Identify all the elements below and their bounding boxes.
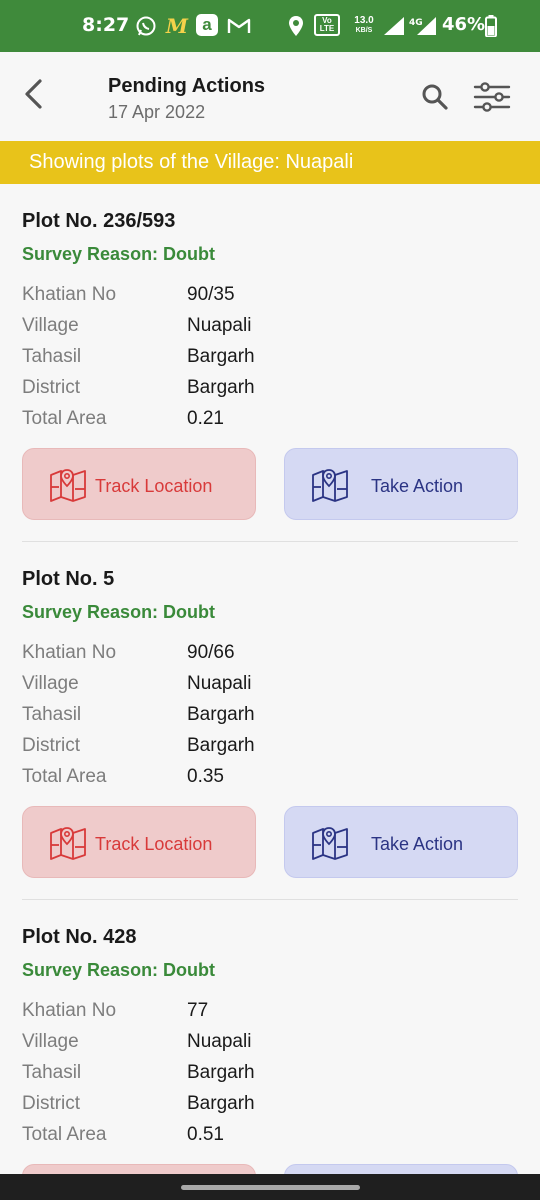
survey-reason: Survey Reason: Doubt [22, 602, 216, 622]
track-location-button[interactable]: Track Location [22, 1164, 256, 1174]
field-label: Tahasil [22, 1062, 82, 1083]
field-row: District Bargarh [22, 1093, 502, 1121]
svg-text:4G: 4G [409, 18, 423, 28]
app-m-icon: M [165, 14, 189, 38]
survey-reason: Survey Reason: Doubt [22, 960, 216, 980]
field-value: Bargarh [187, 704, 255, 725]
field-value: Bargarh [187, 1062, 255, 1083]
field-value: Bargarh [187, 1093, 255, 1114]
plot-card: Plot No. 5 Survey Reason: Doubt Khatian … [0, 542, 540, 900]
field-value: Nuapali [187, 1031, 252, 1052]
take-action-button[interactable]: Take Action [284, 806, 518, 878]
field-label: Khatian No [22, 284, 117, 305]
map-pin-icon [312, 827, 348, 860]
field-label: Khatian No [22, 1000, 117, 1021]
back-button[interactable] [18, 76, 48, 112]
field-label: Tahasil [22, 346, 82, 367]
field-label: Total Area [22, 408, 107, 429]
page-date: 17 Apr 2022 [108, 102, 206, 122]
field-label: Total Area [22, 1124, 107, 1145]
village-banner: Showing plots of the Village: Nuapali [0, 141, 540, 184]
search-button[interactable] [418, 80, 452, 114]
field-row: Khatian No 77 [22, 1000, 502, 1028]
track-location-label: Track Location [95, 476, 213, 496]
field-row: Total Area 0.21 [22, 408, 502, 436]
field-row: Tahasil Bargarh [22, 1062, 502, 1090]
take-action-button[interactable]: Take Action [284, 448, 518, 520]
field-row: Total Area 0.51 [22, 1124, 502, 1152]
field-row: Village Nuapali [22, 1031, 502, 1059]
field-value: Nuapali [187, 673, 252, 694]
field-label: District [22, 1093, 81, 1114]
field-value: Bargarh [187, 377, 255, 398]
take-action-button[interactable]: Take Action [284, 1164, 518, 1174]
field-label: Village [22, 315, 79, 336]
volte-bottom: LTE [319, 24, 335, 33]
field-row: Tahasil Bargarh [22, 346, 502, 374]
search-icon [422, 84, 448, 110]
field-value: 90/66 [187, 642, 235, 663]
home-gesture-handle[interactable] [181, 1185, 360, 1190]
take-action-label: Take Action [371, 476, 464, 496]
net-speed: 13.0 KB/S [350, 14, 378, 38]
signal-4g-icon: 4G [408, 14, 438, 38]
battery-icon [484, 14, 498, 38]
whatsapp-icon [134, 14, 158, 38]
status-time: 8:27 [82, 14, 130, 36]
field-row: Khatian No 90/35 [22, 284, 502, 312]
plot-title: Plot No. 236/593 [22, 210, 176, 232]
arrow-left-icon [25, 79, 42, 109]
survey-reason: Survey Reason: Doubt [22, 244, 216, 264]
field-row: District Bargarh [22, 377, 502, 405]
map-pin-icon [50, 469, 86, 502]
system-nav-bar [0, 1174, 540, 1200]
field-label: Khatian No [22, 642, 117, 663]
field-label: Total Area [22, 766, 107, 787]
signal-icon [382, 14, 406, 38]
plot-card: Plot No. 428 Survey Reason: Doubt Khatia… [0, 900, 540, 1174]
take-action-label: Take Action [371, 834, 464, 854]
gmail-icon [226, 14, 252, 38]
status-bar: 8:27 M a Vo LTE 13.0 KB/S 4G 46% [0, 0, 540, 52]
filter-sliders-icon [473, 82, 511, 112]
field-value: Nuapali [187, 315, 252, 336]
field-row: Village Nuapali [22, 315, 502, 343]
field-value: 0.51 [187, 1124, 224, 1145]
field-label: District [22, 377, 81, 398]
field-label: Tahasil [22, 704, 82, 725]
map-pin-icon [312, 469, 348, 502]
field-value: 0.21 [187, 408, 224, 429]
field-row: Total Area 0.35 [22, 766, 502, 794]
plot-card: Plot No. 236/593 Survey Reason: Doubt Kh… [0, 184, 540, 542]
page-title: Pending Actions [108, 75, 266, 97]
amazon-icon: a [196, 14, 218, 36]
map-pin-icon [50, 827, 86, 860]
plot-title: Plot No. 428 [22, 926, 137, 948]
track-location-label: Track Location [95, 834, 213, 854]
location-icon [286, 14, 306, 38]
field-label: Village [22, 673, 79, 694]
field-row: Khatian No 90/66 [22, 642, 502, 670]
plot-list: Plot No. 236/593 Survey Reason: Doubt Kh… [0, 184, 540, 1174]
field-value: 90/35 [187, 284, 235, 305]
field-row: Village Nuapali [22, 673, 502, 701]
battery-percent: 46% [442, 14, 486, 35]
net-speed-unit: KB/S [355, 27, 373, 34]
field-value: 77 [187, 1000, 209, 1021]
app-header: Pending Actions 17 Apr 2022 [0, 52, 540, 141]
field-value: Bargarh [187, 735, 255, 756]
filter-button[interactable] [472, 79, 512, 115]
field-row: Tahasil Bargarh [22, 704, 502, 732]
net-speed-value: 13.0 [354, 15, 374, 26]
track-location-button[interactable]: Track Location [22, 448, 256, 520]
track-location-button[interactable]: Track Location [22, 806, 256, 878]
field-label: Village [22, 1031, 79, 1052]
field-value: 0.35 [187, 766, 224, 787]
plot-title: Plot No. 5 [22, 568, 115, 590]
field-value: Bargarh [187, 346, 255, 367]
field-label: District [22, 735, 81, 756]
volte-icon: Vo LTE [314, 14, 340, 36]
field-row: District Bargarh [22, 735, 502, 763]
